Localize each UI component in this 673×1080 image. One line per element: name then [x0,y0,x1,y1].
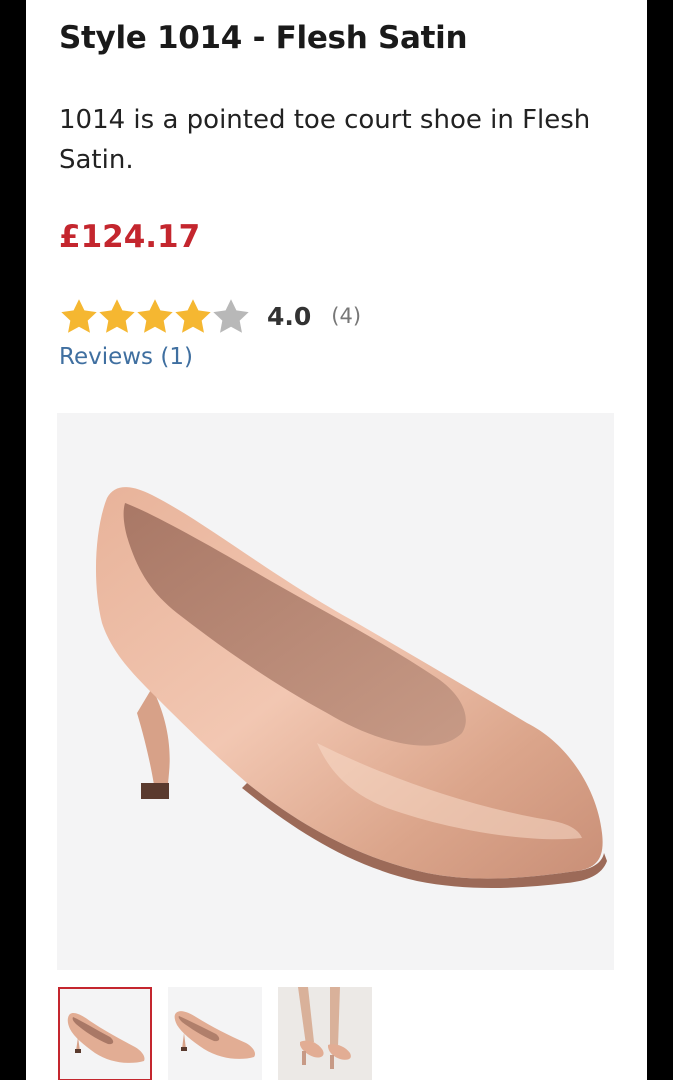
reviews-link[interactable]: Reviews (1) [59,344,193,370]
shoe-worn-on-feet-thumbnail [278,987,372,1080]
product-main-image[interactable] [57,413,614,970]
shoe-side-view-thumbnail [67,1012,145,1063]
product-price: £124.17 [59,219,201,255]
star-empty-icon [213,299,249,333]
thumbnail-3[interactable] [278,987,372,1080]
star-icon [61,299,97,333]
star-icon [175,299,211,333]
flesh-satin-court-shoe-image [95,487,607,888]
shoe-side-view-alt-thumbnail [174,1011,256,1059]
rating-count: (4) [331,304,362,328]
product-page: Style 1014 - Flesh Satin 1014 is a point… [26,0,647,1080]
thumbnail-strip [58,987,388,1080]
product-description: 1014 is a pointed toe court shoe in Fles… [59,105,591,175]
star-icon [99,299,135,333]
thumbnail-2[interactable] [168,987,262,1080]
star-rating [59,298,249,334]
thumbnail-1[interactable] [58,987,152,1080]
rating-summary[interactable]: 4.0 (4) [59,296,361,336]
rating-value: 4.0 [267,301,312,331]
product-title: Style 1014 - Flesh Satin [59,20,468,56]
star-icon [137,299,173,333]
